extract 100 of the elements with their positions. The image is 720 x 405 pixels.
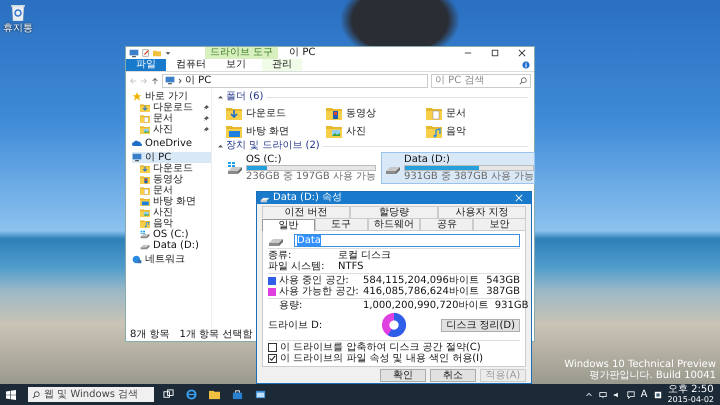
nav-item[interactable]: 사진 (140, 124, 211, 135)
computer-icon (129, 48, 139, 58)
nav-item[interactable]: 다운로드 (140, 102, 211, 113)
property-label: 파일 시스템: (268, 261, 326, 272)
nav-item[interactable]: OS (C:) (140, 229, 211, 240)
system-drive-icon (227, 161, 243, 175)
desktop-folder-icon (140, 197, 150, 206)
dialog-tab[interactable]: 이전 버전 (262, 206, 350, 218)
checkbox[interactable] (268, 354, 277, 363)
size-value: 931GB (494, 300, 528, 311)
properties-icon[interactable] (142, 49, 150, 57)
up-arrow-icon[interactable] (151, 76, 159, 84)
recycle-bin-icon[interactable] (10, 3, 26, 21)
ribbon-tab[interactable]: 관리 (262, 59, 302, 71)
search-icon (519, 76, 527, 84)
cloud-icon (132, 139, 142, 148)
section-title[interactable]: 폴더 (6) (226, 91, 264, 103)
checkbox-label[interactable]: 이 드라이브의 파일 속성 및 내용 색인 허용(I) (280, 353, 484, 364)
checkbox-label[interactable]: 이 드라이브를 압축하여 디스크 공간 절약(C) (280, 342, 481, 353)
nav-item[interactable]: 사진 (140, 207, 211, 218)
nav-item[interactable]: 동영상 (140, 174, 211, 185)
nav-item[interactable]: 바탕 화면 (140, 196, 211, 207)
taskbar-search-field[interactable]: 웹 및 Windows 검색 (28, 387, 154, 402)
download-folder-icon (140, 164, 150, 173)
dialog-tab[interactable]: 사용자 지정 (438, 206, 526, 218)
download-folder-icon (226, 106, 242, 120)
dialog-tab[interactable]: 일반 (262, 219, 315, 231)
disk-cleanup-button[interactable]: 디스크 정리(D) (441, 318, 520, 332)
dialog-tab[interactable]: 도구 (314, 218, 368, 230)
star-icon (132, 92, 142, 101)
system-drive-icon (140, 230, 150, 239)
folder-icon[interactable] (206, 389, 223, 400)
dialog-tab[interactable]: 하드웨어 (368, 218, 420, 230)
property-value: NTFS (338, 261, 364, 272)
search-icon (32, 390, 40, 398)
dialog-button[interactable]: 확인 (380, 369, 426, 382)
speaker-icon[interactable] (612, 390, 621, 398)
caret-up-icon[interactable] (584, 390, 593, 398)
status-text: 8개 항목 (130, 329, 170, 341)
drive-label: 드라이브 D: (268, 319, 324, 332)
search-field[interactable]: 이 PC 검색 (431, 74, 531, 88)
clock-time[interactable]: 오후 2:50 (668, 385, 714, 395)
message-icon[interactable] (626, 390, 635, 398)
watermark-text: 평가판입니다. Build 10041 (590, 370, 716, 381)
drive-name: OS (C:) (246, 154, 283, 165)
folder-label[interactable]: 바탕 화면 (246, 124, 290, 138)
ribbon-tab[interactable]: 파일 (126, 59, 166, 71)
picture-folder-icon (140, 208, 150, 217)
nav-item[interactable]: 이 PC (132, 152, 211, 163)
ribbon-tab[interactable]: 컴퓨터 (166, 59, 216, 71)
section-title[interactable]: 장치 및 드라이브 (2) (226, 140, 320, 152)
dropdown-icon[interactable] (164, 49, 172, 57)
property-label: 용량: (279, 300, 304, 311)
folder-label[interactable]: 다운로드 (246, 106, 286, 120)
nav-item[interactable]: 다운로드 (140, 163, 211, 174)
computer-icon (132, 153, 142, 162)
collapse-caret-icon[interactable] (218, 94, 223, 100)
folder-label[interactable]: 문서 (446, 106, 466, 120)
document-folder-icon (140, 186, 150, 195)
nav-item[interactable]: 바로 가기 (132, 91, 211, 102)
nav-item[interactable]: OneDrive (132, 138, 211, 149)
nav-item[interactable]: 음악 (140, 218, 211, 229)
help-icon[interactable] (522, 61, 530, 69)
nav-item[interactable]: 문서 (140, 185, 211, 196)
folder-label[interactable]: 사진 (346, 124, 366, 138)
drive-free-space: 236GB 중 197GB 사용 가능 (246, 171, 376, 182)
dialog-button[interactable]: 취소 (430, 369, 476, 382)
chevron-right-icon[interactable] (178, 78, 182, 84)
picture-folder-icon (326, 124, 342, 138)
dialog-title: Data (D:) 속성 (273, 192, 342, 204)
music-folder-icon (426, 124, 442, 138)
status-text: 1개 항목 선택함 (180, 329, 252, 341)
disk-usage-donut (381, 312, 407, 338)
drive-free-space: 931GB 중 387GB 사용 가능 (404, 171, 534, 182)
keyboard-icon[interactable] (654, 390, 662, 398)
nav-item[interactable]: 네트워크 (132, 254, 211, 265)
dialog-tab[interactable]: 보안 (473, 218, 526, 230)
desktop-icon-label[interactable]: 휴지통 (3, 21, 33, 35)
drive-tile[interactable]: Data (D:) 931GB 중 387GB 사용 가능 (382, 153, 534, 183)
folder-label[interactable]: 음악 (446, 124, 466, 138)
dialog-tab[interactable]: 할당량 (350, 206, 438, 218)
drive-name: Data (D:) (404, 154, 451, 165)
clock-date[interactable]: 2015-04-02 (668, 395, 714, 404)
input-mode-indicator[interactable]: A (640, 388, 648, 400)
address-bar[interactable]: 이 PC (162, 74, 428, 88)
property-label: 사용 가능한 공간: (279, 286, 360, 297)
byte-count: 1,000,200,990,720바이트 (363, 300, 488, 311)
video-folder-icon (326, 106, 342, 120)
size-value: 387GB (485, 286, 520, 297)
dialog-tab[interactable]: 공유 (420, 218, 474, 230)
nav-item[interactable]: 문서 (140, 113, 211, 124)
drive-tile[interactable]: OS (C:) 236GB 중 197GB 사용 가능 (224, 153, 376, 183)
monitor-icon[interactable] (598, 390, 607, 398)
checkbox[interactable] (268, 343, 277, 352)
collapse-caret-icon[interactable] (218, 144, 223, 148)
folder-label[interactable]: 동영상 (346, 106, 376, 120)
nav-item[interactable]: Data (D:) (140, 240, 211, 251)
music-folder-icon (140, 219, 150, 228)
ribbon-tab[interactable]: 보기 (216, 59, 256, 71)
window-title: 이 PC (289, 47, 316, 59)
